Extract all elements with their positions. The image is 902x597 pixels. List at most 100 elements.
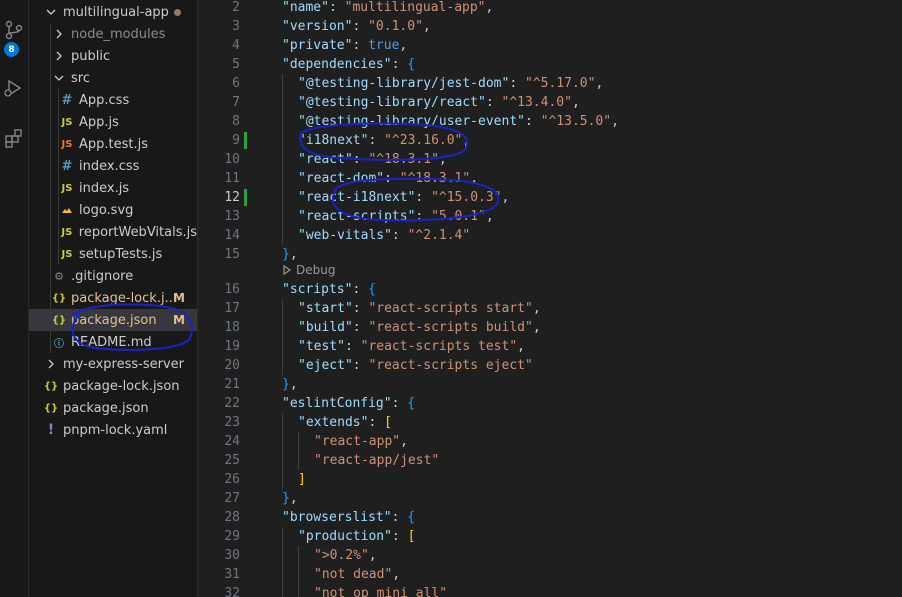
- code-line[interactable]: 28 "browserslist": {: [198, 508, 902, 527]
- tree-file-package-json[interactable]: {} package.json M: [29, 309, 197, 331]
- tree-file-report-web-vitals[interactable]: JS reportWebVitals.js: [29, 221, 197, 243]
- code-line[interactable]: 13 "react-scripts": "5.0.1",: [198, 207, 902, 226]
- code-text: "test": "react-scripts test",: [298, 339, 525, 354]
- chevron-right-icon: [53, 51, 65, 61]
- tree-file-app-test-js[interactable]: JS App.test.js: [29, 133, 197, 155]
- code-line[interactable]: 11 "react-dom": "^18.3.1",: [198, 169, 902, 188]
- code-line[interactable]: 17 "start": "react-scripts start",: [198, 299, 902, 318]
- line-number: 23: [224, 415, 240, 430]
- code-line[interactable]: 2 "name": "multilingual-app",: [198, 0, 902, 17]
- line-number: 18: [224, 320, 240, 335]
- tree-folder-node-modules[interactable]: node_modules: [29, 23, 197, 45]
- tree-file-index-css[interactable]: # index.css: [29, 155, 197, 177]
- code-text: "eject": "react-scripts eject": [298, 358, 533, 373]
- codelens-debug[interactable]: Debug: [282, 263, 335, 277]
- code-text: "not op_mini all": [314, 586, 448, 597]
- code-line[interactable]: 19 "test": "react-scripts test",: [198, 337, 902, 356]
- code-line[interactable]: 23 "extends": [: [198, 413, 902, 432]
- line-number: 11: [224, 171, 240, 186]
- tree-folder-src[interactable]: src: [29, 67, 197, 89]
- code-editor[interactable]: 2 "name": "multilingual-app", 3 "version": …: [198, 0, 902, 597]
- code-text: "react": "^18.3.1",: [298, 152, 447, 167]
- code-line[interactable]: 8 "@testing-library/user-event": "^13.5.0…: [198, 112, 902, 131]
- run-debug-icon[interactable]: [2, 76, 26, 100]
- indent-guide: [282, 207, 283, 226]
- js-file-icon: JS: [61, 226, 73, 238]
- code-line[interactable]: 26]: [198, 470, 902, 489]
- code-line[interactable]: 4 "private": true,: [198, 36, 902, 55]
- modified-dot-icon: [174, 9, 181, 16]
- line-number: 20: [224, 358, 240, 373]
- tree-file-package-lock[interactable]: {} package-lock.j... M: [29, 287, 197, 309]
- gear-icon: ⚙: [54, 269, 64, 283]
- tree-file-pnpm-lock[interactable]: ! pnpm-lock.yaml: [29, 419, 197, 441]
- tree-label: index.js: [79, 180, 130, 196]
- tree-file-gitignore[interactable]: ⚙ .gitignore: [29, 265, 197, 287]
- tree-label: .gitignore: [71, 268, 134, 284]
- tree-file-app-js[interactable]: JS App.js: [29, 111, 197, 133]
- json-file-icon: {}: [51, 314, 67, 326]
- code-line[interactable]: 5 "dependencies": {: [198, 55, 902, 74]
- line-number: 29: [224, 529, 240, 544]
- code-line[interactable]: 7 "@testing-library/react": "^13.4.0",: [198, 93, 902, 112]
- code-line[interactable]: 12 "react-i18next": "^15.0.3",: [198, 188, 902, 207]
- indent-guide: [298, 584, 299, 597]
- tree-label: multilingual-app: [63, 4, 169, 20]
- indent-guide: [282, 546, 283, 565]
- yaml-file-icon: !: [47, 422, 55, 438]
- line-number: 4: [232, 38, 240, 53]
- code-text: "@testing-library/jest-dom": "^5.17.0",: [298, 76, 604, 91]
- source-control-icon[interactable]: [2, 18, 26, 42]
- indent-guide: [298, 432, 299, 451]
- code-line[interactable]: 30 ">0.2%",: [198, 546, 902, 565]
- code-text: "@testing-library/react": "^13.4.0",: [298, 95, 580, 110]
- code-line[interactable]: 18 "build": "react-scripts build",: [198, 318, 902, 337]
- indent-guide: [282, 432, 283, 451]
- code-text: "dependencies": {: [282, 57, 416, 72]
- tree-label: package.json: [63, 400, 149, 416]
- code-line[interactable]: 27},: [198, 489, 902, 508]
- tree-folder-express-server[interactable]: my-express-server: [29, 353, 197, 375]
- code-text: "build": "react-scripts build",: [298, 320, 541, 335]
- code-line[interactable]: 3 "version": "0.1.0",: [198, 17, 902, 36]
- code-line[interactable]: 20 "eject": "react-scripts eject": [198, 356, 902, 375]
- tree-file-setup-tests[interactable]: JS setupTests.js: [29, 243, 197, 265]
- tree-file-logo-svg[interactable]: logo.svg: [29, 199, 197, 221]
- code-line[interactable]: 16 "scripts": {: [198, 280, 902, 299]
- tree-file-readme[interactable]: ⓘ README.md: [29, 331, 197, 353]
- code-line[interactable]: 32 "not op_mini all": [198, 584, 902, 597]
- code-text: "version": "0.1.0",: [282, 19, 431, 34]
- tree-folder-root[interactable]: multilingual-app: [29, 1, 197, 23]
- line-number: 9: [232, 133, 240, 148]
- tree-label: App.test.js: [79, 136, 149, 152]
- tree-file-root-package-json[interactable]: {} package.json: [29, 397, 197, 419]
- tree-label: App.css: [79, 92, 130, 108]
- line-number: 21: [224, 377, 240, 392]
- tree-file-index-js[interactable]: JS index.js: [29, 177, 197, 199]
- code-line[interactable]: 22 "eslintConfig": {: [198, 394, 902, 413]
- code-text: ">0.2%",: [314, 548, 377, 563]
- git-added-marker: [244, 132, 247, 149]
- explorer-sidebar: multilingual-app node_modules public src…: [29, 0, 198, 597]
- code-line[interactable]: 25 "react-app/jest": [198, 451, 902, 470]
- code-line[interactable]: 15},: [198, 245, 902, 264]
- code-line[interactable]: 10 "react": "^18.3.1",: [198, 150, 902, 169]
- line-number: 28: [224, 510, 240, 525]
- extensions-icon[interactable]: [2, 126, 26, 150]
- code-text: "not dead",: [314, 567, 401, 582]
- code-text: "start": "react-scripts start",: [298, 301, 541, 316]
- chevron-down-icon: [45, 7, 57, 17]
- indent-guide: [298, 451, 299, 470]
- code-line[interactable]: 31 "not dead",: [198, 565, 902, 584]
- tree-label: public: [71, 48, 111, 64]
- code-line[interactable]: 29 "production": [: [198, 527, 902, 546]
- code-line[interactable]: 14 "web-vitals": "^2.1.4": [198, 226, 902, 245]
- code-line[interactable]: 24 "react-app",: [198, 432, 902, 451]
- line-number: 12: [224, 190, 240, 205]
- code-line[interactable]: 21},: [198, 375, 902, 394]
- tree-file-app-css[interactable]: # App.css: [29, 89, 197, 111]
- tree-folder-public[interactable]: public: [29, 45, 197, 67]
- tree-file-root-package-lock[interactable]: {} package-lock.json: [29, 375, 197, 397]
- code-line[interactable]: 6 "@testing-library/jest-dom": "^5.17.0",: [198, 74, 902, 93]
- code-line[interactable]: 9 "i18next": "^23.16.0",: [198, 131, 902, 150]
